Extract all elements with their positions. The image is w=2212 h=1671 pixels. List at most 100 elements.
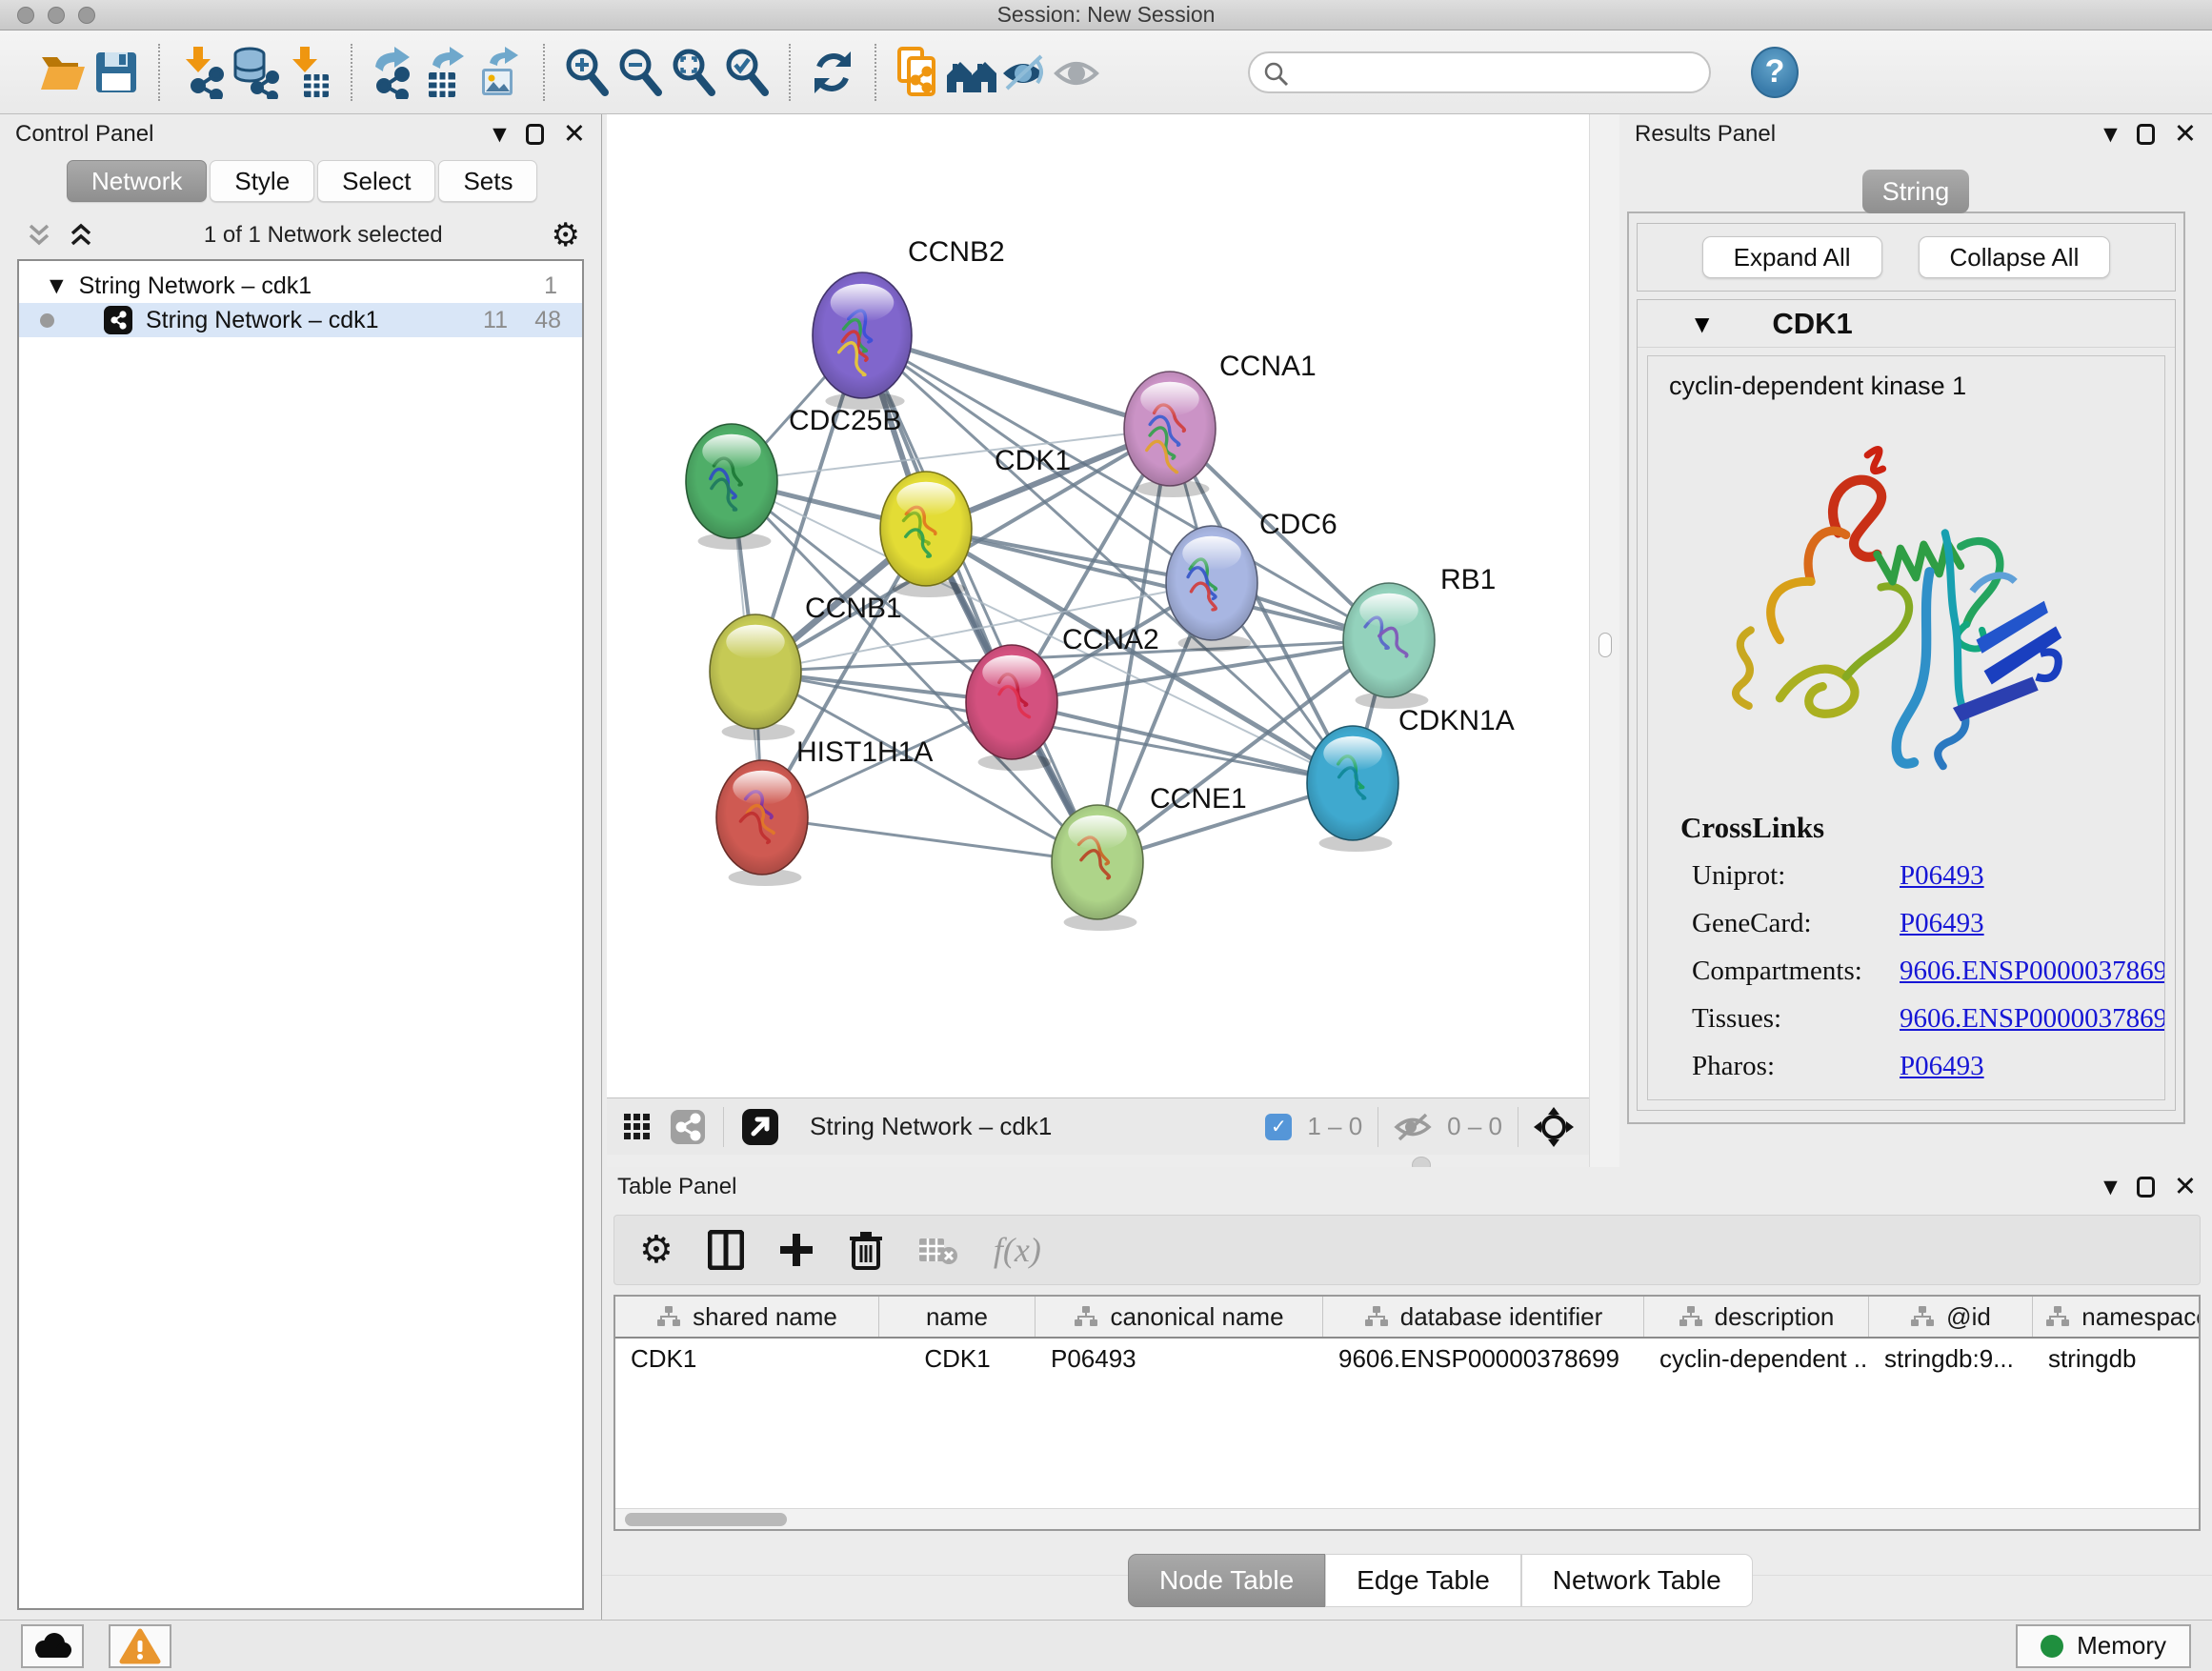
network-options-gear-icon[interactable]: ⚙ [552, 221, 580, 250]
network-graph[interactable]: CCNB2CCNA1CDC25BCDK1CDC6RB1CCNB1CCNA2CDK… [607, 114, 1589, 1097]
network-edge-CCNA2-CDKN1A[interactable] [1012, 702, 1353, 783]
collapse-all-button[interactable]: Collapse All [1919, 236, 2111, 278]
export-table-icon[interactable] [421, 44, 474, 101]
network-node-RB1[interactable] [1343, 583, 1435, 709]
network-canvas[interactable]: CCNB2CCNA1CDC25BCDK1CDC6RB1CCNB1CCNA2CDK… [607, 114, 1589, 1097]
network-node-CCNE1[interactable] [1052, 805, 1143, 931]
network-node-CCNB2[interactable] [813, 272, 912, 410]
export-network-icon[interactable] [368, 44, 421, 101]
add-column-icon[interactable] [778, 1232, 814, 1268]
crosslink-link[interactable]: P06493 [1900, 860, 1984, 892]
network-node-CCNA1[interactable] [1124, 372, 1216, 497]
column-header-shared-name[interactable]: shared name [615, 1297, 879, 1337]
table-cell[interactable]: CDK1 [879, 1339, 1036, 1379]
help-icon[interactable]: ? [1751, 47, 1799, 98]
table-options-gear-icon[interactable]: ⚙ [639, 1236, 674, 1264]
network-node-CDC6[interactable] [1166, 526, 1257, 652]
import-table-icon[interactable] [282, 44, 335, 101]
grid-view-icon[interactable] [622, 1112, 653, 1142]
scrollbar-thumb[interactable] [625, 1513, 787, 1526]
tab-network-table[interactable]: Network Table [1521, 1554, 1753, 1607]
crosslink-link[interactable]: P06493 [1900, 1051, 1984, 1082]
hidden-counts: 0 – 0 [1447, 1112, 1502, 1141]
save-session-icon[interactable] [90, 44, 143, 101]
results-buttons-row: Expand All Collapse All [1637, 223, 2176, 292]
zoom-fit-icon[interactable] [667, 44, 720, 101]
entry-caret-icon[interactable]: ▼ [1695, 312, 1709, 335]
warnings-button[interactable] [109, 1624, 171, 1668]
horizontal-splitter[interactable] [607, 1155, 1589, 1167]
panel-close-icon[interactable]: ✕ [563, 124, 586, 145]
import-network-icon[interactable] [175, 44, 229, 101]
table-cell[interactable]: 9606.ENSP00000378699 [1323, 1339, 1644, 1379]
tab-sets[interactable]: Sets [438, 160, 537, 202]
column-header-name[interactable]: name [879, 1297, 1036, 1337]
zoom-selected-icon[interactable] [720, 44, 774, 101]
show-columns-icon[interactable] [708, 1230, 744, 1270]
collapse-all-icon[interactable] [25, 223, 53, 248]
panel-menu-icon[interactable]: ▼ [2103, 1177, 2118, 1198]
panel-float-icon[interactable] [526, 124, 544, 145]
birdseye-view-icon[interactable] [670, 1109, 706, 1145]
panel-menu-icon[interactable]: ▼ [493, 124, 507, 145]
tab-node-table[interactable]: Node Table [1128, 1554, 1325, 1607]
tab-string[interactable]: String [1862, 170, 1969, 213]
vertical-splitter[interactable] [1589, 114, 1619, 1167]
panel-menu-icon[interactable]: ▼ [2103, 124, 2118, 145]
first-neighbors-icon[interactable] [945, 44, 998, 101]
table-cell[interactable]: P06493 [1036, 1339, 1323, 1379]
panel-float-icon[interactable] [2137, 124, 2155, 145]
table-horizontal-scrollbar[interactable] [615, 1508, 2199, 1529]
pan-crosshair-icon[interactable] [1534, 1107, 1574, 1147]
table-cell[interactable]: stringdb:9... [1869, 1339, 2033, 1379]
import-network-from-database-icon[interactable] [229, 44, 282, 101]
network-node-HIST1H1A[interactable] [716, 760, 808, 886]
expand-all-icon[interactable] [67, 223, 95, 248]
hide-selected-eye-icon[interactable] [998, 44, 1052, 101]
panel-float-icon[interactable] [2137, 1177, 2155, 1198]
show-all-eye-icon [1052, 44, 1105, 101]
network-edge-HIST1H1A-CCNE1[interactable] [762, 817, 1097, 862]
memory-button[interactable]: Memory [2016, 1624, 2191, 1668]
refresh-icon[interactable] [806, 44, 859, 101]
network-row-selected[interactable]: String Network – cdk1 11 48 [19, 303, 582, 337]
tab-network[interactable]: Network [67, 160, 207, 202]
table-row[interactable]: CDK1CDK1P064939606.ENSP00000378699cyclin… [615, 1339, 2199, 1379]
crosslink-link[interactable]: 9606.ENSP00000378699 [1900, 956, 2165, 987]
table-cell[interactable]: CDK1 [615, 1339, 879, 1379]
network-node-CDC25B[interactable] [686, 424, 777, 550]
open-file-icon[interactable] [36, 44, 90, 101]
tab-edge-table[interactable]: Edge Table [1325, 1554, 1521, 1607]
column-header-namespace[interactable]: namespace [2033, 1297, 2201, 1337]
tree-caret-icon[interactable]: ▼ [50, 275, 64, 296]
selected-checkbox-icon[interactable]: ✓ [1265, 1114, 1292, 1140]
network-node-CDKN1A[interactable] [1307, 726, 1398, 852]
detach-view-icon[interactable] [741, 1108, 779, 1146]
tab-select[interactable]: Select [317, 160, 435, 202]
column-header--id[interactable]: @id [1869, 1297, 2033, 1337]
column-header-database-identifier[interactable]: database identifier [1323, 1297, 1644, 1337]
tab-style[interactable]: Style [210, 160, 314, 202]
zoom-out-icon[interactable] [613, 44, 667, 101]
table-cell[interactable]: stringdb [2033, 1339, 2201, 1379]
crosslink-link[interactable]: P06493 [1900, 908, 1984, 939]
new-network-from-selection-icon[interactable] [892, 44, 945, 101]
splitter-handle[interactable] [1599, 633, 1612, 657]
column-header-description[interactable]: description [1644, 1297, 1869, 1337]
table-cell[interactable]: cyclin-dependent ... [1644, 1339, 1869, 1379]
crosslink-link[interactable]: 9606.ENSP00000378699 [1900, 1003, 2165, 1035]
zoom-in-icon[interactable] [560, 44, 613, 101]
delete-column-icon[interactable] [849, 1230, 883, 1270]
cloud-status-button[interactable] [21, 1624, 84, 1668]
network-node-CCNB1[interactable] [710, 614, 801, 740]
network-collection-row[interactable]: ▼ String Network – cdk1 1 [19, 269, 582, 303]
export-image-icon[interactable] [474, 44, 528, 101]
column-header-canonical-name[interactable]: canonical name [1036, 1297, 1323, 1337]
entry-header[interactable]: ▼ CDK1 [1638, 300, 2175, 348]
panel-close-icon[interactable]: ✕ [2174, 124, 2197, 145]
network-node-CDK1[interactable] [880, 472, 972, 597]
expand-all-button[interactable]: Expand All [1702, 236, 1882, 278]
search-input[interactable] [1250, 53, 1709, 91]
table-panel-header: Table Panel ▼ ✕ [602, 1167, 2212, 1207]
panel-close-icon[interactable]: ✕ [2174, 1177, 2197, 1198]
